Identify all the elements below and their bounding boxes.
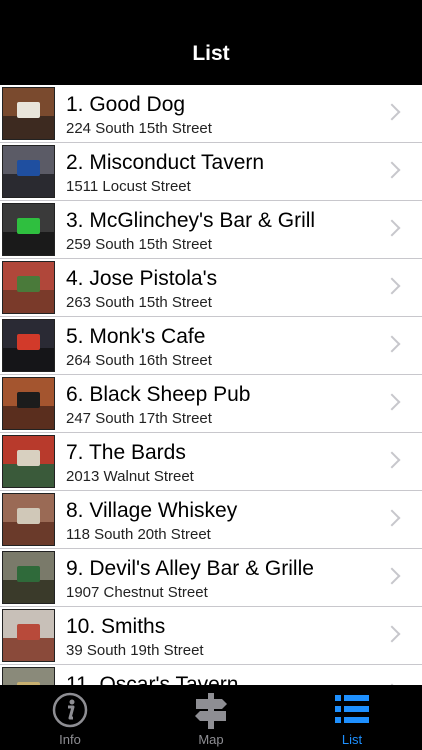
bar-photo <box>2 667 55 685</box>
bar-name: 7. The Bards <box>66 441 186 464</box>
bar-photo-bottom <box>3 174 54 197</box>
bar-photo-sign <box>17 334 40 350</box>
tab-list-label: List <box>341 732 363 747</box>
list-icon <box>335 695 369 723</box>
list-item[interactable]: 7. The Bards 2013 Walnut Street <box>0 433 422 491</box>
bar-photo <box>2 145 55 198</box>
bar-address: 247 South 17th Street <box>66 410 212 427</box>
list-item[interactable]: 1. Good Dog 224 South 15th Street <box>0 85 422 143</box>
bar-list[interactable]: 1. Good Dog 224 South 15th Street 2. Misco… <box>0 85 422 685</box>
list-item[interactable]: 6. Black Sheep Pub 247 South 17th Street <box>0 375 422 433</box>
bar-photo-bottom <box>3 348 54 371</box>
list-item[interactable]: 8. Village Whiskey 118 South 20th Street <box>0 491 422 549</box>
bar-photo <box>2 261 55 314</box>
bar-photo <box>2 551 55 604</box>
bar-photo <box>2 435 55 488</box>
bar-name: 10. Smiths <box>66 615 166 638</box>
bar-photo <box>2 87 55 140</box>
list-item[interactable]: 4. Jose Pistola's 263 South 15th Street <box>0 259 422 317</box>
bar-photo-sign <box>17 508 40 524</box>
bar-name: 11. Oscar's Tavern <box>66 673 239 685</box>
chevron-right-icon <box>383 161 401 179</box>
chevron-right-icon <box>383 567 401 585</box>
signpost-icon <box>195 693 227 729</box>
bar-address: 264 South 16th Street <box>66 352 212 369</box>
tab-info-label: Info <box>59 732 81 747</box>
navigation-bar: List <box>0 0 422 85</box>
bar-photo-bottom <box>3 232 54 255</box>
bar-name: 2. Misconduct Tavern <box>66 151 265 174</box>
bar-name: 6. Black Sheep Pub <box>66 383 251 406</box>
bar-photo <box>2 377 55 430</box>
bar-address: 224 South 15th Street <box>66 120 212 137</box>
bar-address: 1511 Locust Street <box>66 178 191 195</box>
bar-photo-bottom <box>3 522 54 545</box>
tab-list[interactable]: List <box>282 685 422 750</box>
chevron-right-icon <box>383 451 401 469</box>
list-item[interactable]: 10. Smiths 39 South 19th Street <box>0 607 422 665</box>
chevron-right-icon <box>383 219 401 237</box>
bar-photo <box>2 203 55 256</box>
bar-name: 1. Good Dog <box>66 93 186 116</box>
bar-photo-bottom <box>3 116 54 139</box>
bar-address: 259 South 15th Street <box>66 236 212 253</box>
bar-photo-sign <box>17 624 40 640</box>
bar-photo-sign <box>17 218 40 234</box>
list-item[interactable]: 9. Devil's Alley Bar & Grille 1907 Chestn… <box>0 549 422 607</box>
chevron-right-icon <box>383 277 401 295</box>
chevron-right-icon <box>383 103 401 121</box>
list-item[interactable]: 3. McGlinchey's Bar & Grill 259 South 15t… <box>0 201 422 259</box>
bar-photo <box>2 609 55 662</box>
tab-info[interactable]: Info <box>0 685 140 750</box>
bar-name: 8. Village Whiskey <box>66 499 238 522</box>
page-title: List <box>192 42 230 65</box>
bar-photo <box>2 493 55 546</box>
tab-bar: Info Map List <box>0 685 422 750</box>
list-item[interactable]: 2. Misconduct Tavern 1511 Locust Street <box>0 143 422 201</box>
bar-address: 39 South 19th Street <box>66 642 204 659</box>
bar-photo-bottom <box>3 406 54 429</box>
list-item[interactable]: 5. Monk's Cafe 264 South 16th Street <box>0 317 422 375</box>
bar-photo-bottom <box>3 638 54 661</box>
bar-photo-sign <box>17 160 40 176</box>
bar-photo-sign <box>17 276 40 292</box>
bar-name: 4. Jose Pistola's <box>66 267 218 290</box>
bar-photo <box>2 319 55 372</box>
chevron-right-icon <box>383 393 401 411</box>
bar-name: 5. Monk's Cafe <box>66 325 206 348</box>
bar-photo-sign <box>17 450 40 466</box>
bar-photo-bottom <box>3 464 54 487</box>
bar-name: 9. Devil's Alley Bar & Grille <box>66 557 314 580</box>
bar-photo-sign <box>17 566 40 582</box>
info-icon <box>52 692 88 728</box>
bar-photo-sign <box>17 392 40 408</box>
list-item[interactable]: 11. Oscar's Tavern <box>0 665 422 685</box>
bar-photo-bottom <box>3 290 54 313</box>
bar-address: 118 South 20th Street <box>66 526 211 543</box>
bar-address: 263 South 15th Street <box>66 294 212 311</box>
chevron-right-icon <box>383 509 401 527</box>
bar-photo-bottom <box>3 580 54 603</box>
bar-address: 1907 Chestnut Street <box>66 584 208 601</box>
tab-map[interactable]: Map <box>141 685 281 750</box>
bar-photo-sign <box>17 102 40 118</box>
bar-address: 2013 Walnut Street <box>66 468 194 485</box>
tab-map-label: Map <box>198 732 224 747</box>
chevron-right-icon <box>383 335 401 353</box>
bar-name: 3. McGlinchey's Bar & Grill <box>66 209 316 232</box>
chevron-right-icon <box>383 625 401 643</box>
